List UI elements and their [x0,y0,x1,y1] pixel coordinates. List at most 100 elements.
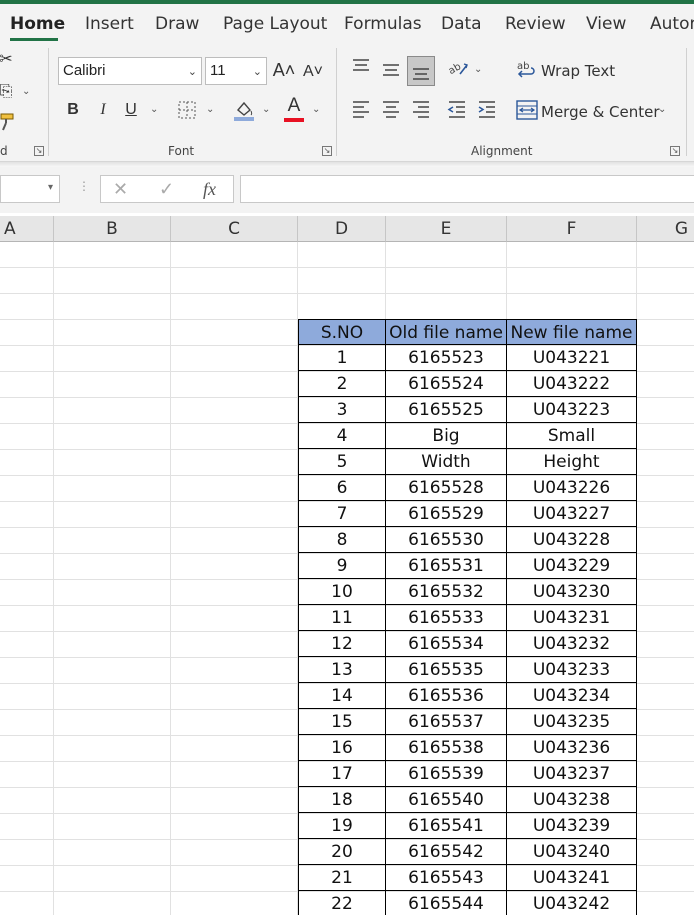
cell-sno[interactable]: 9 [298,553,386,579]
column-header-d[interactable]: D [298,216,386,242]
orientation-icon[interactable]: ab [446,58,470,84]
cell-old-file-name[interactable]: 6165530 [386,527,507,553]
cell-new-file-name[interactable]: U043242 [507,891,637,915]
column-header-e[interactable]: E [386,216,507,242]
cell-sno[interactable]: 18 [298,787,386,813]
header-cell-old-name[interactable]: Old file name [386,319,507,345]
cell-sno[interactable]: 5 [298,449,386,475]
tab-insert[interactable]: Insert [85,14,134,34]
cell-old-file-name[interactable]: Width [386,449,507,475]
alignment-launcher-icon[interactable]: ↘ [670,146,680,156]
cell-new-file-name[interactable]: U043232 [507,631,637,657]
worksheet-grid[interactable]: S.NO Old file name New file name 1 616552… [0,242,694,915]
cell-sno[interactable]: 13 [298,657,386,683]
cell-old-file-name[interactable]: 6165531 [386,553,507,579]
fill-color-dropdown-icon[interactable]: ⌄ [262,104,270,115]
copy-dropdown-icon[interactable]: ⌄ [22,86,30,97]
tab-view[interactable]: View [586,14,626,34]
cell-new-file-name[interactable]: U043222 [507,371,637,397]
cell-sno[interactable]: 3 [298,397,386,423]
cut-icon[interactable]: ✂ [0,50,14,70]
tab-automate[interactable]: Autom [650,14,694,34]
cell-sno[interactable]: 12 [298,631,386,657]
decrease-indent-icon[interactable] [446,100,468,124]
cell-new-file-name[interactable]: U043239 [507,813,637,839]
merge-center-icon[interactable] [516,100,538,126]
cell-sno[interactable]: 14 [298,683,386,709]
enter-icon[interactable]: ✓ [159,179,174,200]
cell-sno[interactable]: 8 [298,527,386,553]
cell-new-file-name[interactable]: U043221 [507,345,637,371]
tab-page-layout[interactable]: Page Layout [223,14,327,34]
cell-new-file-name[interactable]: U043241 [507,865,637,891]
cancel-icon[interactable]: ✕ [113,179,128,200]
wrap-text-icon[interactable]: ab [516,60,538,86]
column-header-g[interactable]: G [637,216,694,242]
name-box[interactable]: ▾ [0,175,60,203]
header-cell-new-name[interactable]: New file name [507,319,637,345]
cell-sno[interactable]: 15 [298,709,386,735]
cell-sno[interactable]: 4 [298,423,386,449]
wrap-text-button[interactable]: Wrap Text [541,62,615,80]
cell-old-file-name[interactable]: 6165529 [386,501,507,527]
cell-new-file-name[interactable]: U043223 [507,397,637,423]
cell-old-file-name[interactable]: Big [386,423,507,449]
cell-new-file-name[interactable]: U043234 [507,683,637,709]
cell-old-file-name[interactable]: 6165543 [386,865,507,891]
cell-sno[interactable]: 1 [298,345,386,371]
cell-old-file-name[interactable]: 6165528 [386,475,507,501]
cell-old-file-name[interactable]: 6165535 [386,657,507,683]
cell-sno[interactable]: 2 [298,371,386,397]
borders-icon[interactable] [176,100,198,126]
cell-new-file-name[interactable]: U043235 [507,709,637,735]
cell-new-file-name[interactable]: U043226 [507,475,637,501]
cell-old-file-name[interactable]: 6165523 [386,345,507,371]
font-name-select[interactable]: Calibri ⌄ [58,57,202,85]
cell-old-file-name[interactable]: 6165537 [386,709,507,735]
tab-formulas[interactable]: Formulas [344,14,422,34]
font-size-select[interactable]: 11 ⌄ [205,57,267,85]
tab-review[interactable]: Review [505,14,566,34]
font-launcher-icon[interactable]: ↘ [322,146,332,156]
copy-icon[interactable]: ⎘ [0,82,14,102]
cell-sno[interactable]: 7 [298,501,386,527]
align-top-icon[interactable] [350,58,372,80]
insert-function-button[interactable]: fx [203,179,216,200]
align-center-icon[interactable] [380,100,402,124]
cell-old-file-name[interactable]: 6165542 [386,839,507,865]
cell-new-file-name[interactable]: U043229 [507,553,637,579]
font-color-button[interactable]: A [282,96,306,122]
align-bottom-icon[interactable] [407,56,435,86]
formula-input[interactable] [240,175,694,203]
decrease-font-size-button[interactable]: A˅ [302,62,324,82]
format-painter-icon[interactable] [0,112,16,138]
tab-home[interactable]: Home [10,14,65,34]
cell-old-file-name[interactable]: 6165524 [386,371,507,397]
font-color-dropdown-icon[interactable]: ⌄ [312,104,320,115]
align-right-icon[interactable] [410,100,432,124]
cell-new-file-name[interactable]: U043237 [507,761,637,787]
borders-dropdown-icon[interactable]: ⌄ [206,104,214,115]
cell-new-file-name[interactable]: U043231 [507,605,637,631]
cell-sno[interactable]: 21 [298,865,386,891]
cell-new-file-name[interactable]: Small [507,423,637,449]
cell-old-file-name[interactable]: 6165536 [386,683,507,709]
cell-old-file-name[interactable]: 6165534 [386,631,507,657]
cell-sno[interactable]: 11 [298,605,386,631]
cell-new-file-name[interactable]: U043238 [507,787,637,813]
cell-sno[interactable]: 10 [298,579,386,605]
italic-button[interactable]: I [94,100,112,120]
tab-draw[interactable]: Draw [155,14,199,34]
cell-sno[interactable]: 22 [298,891,386,915]
column-header-b[interactable]: B [54,216,171,242]
cell-old-file-name[interactable]: 6165538 [386,735,507,761]
cell-new-file-name[interactable]: U043227 [507,501,637,527]
cell-new-file-name[interactable]: U043233 [507,657,637,683]
cell-old-file-name[interactable]: 6165533 [386,605,507,631]
orientation-dropdown-icon[interactable]: ⌄ [474,64,482,75]
cell-new-file-name[interactable]: U043228 [507,527,637,553]
cell-new-file-name[interactable]: Height [507,449,637,475]
cell-old-file-name[interactable]: 6165540 [386,787,507,813]
fill-color-icon[interactable] [232,98,256,128]
increase-font-size-button[interactable]: A˄ [272,60,296,80]
